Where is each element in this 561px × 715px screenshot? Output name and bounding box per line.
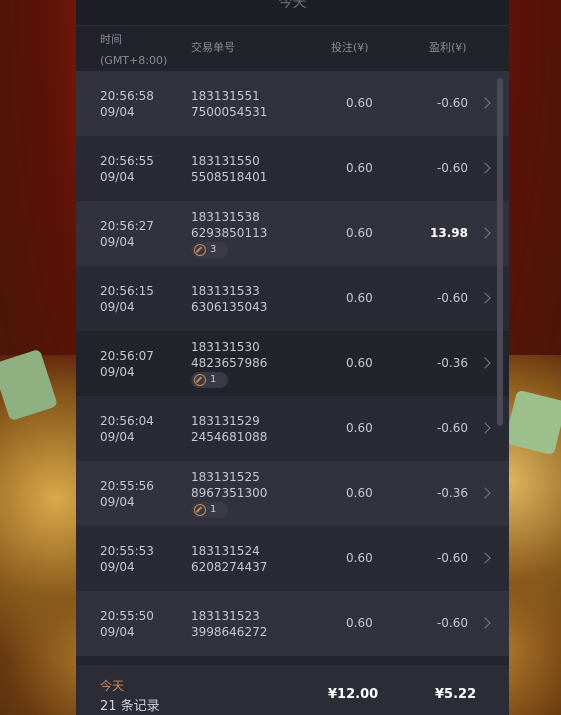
chevron-right-icon[interactable] [479, 227, 491, 239]
free-spin-badge: 1 [191, 372, 228, 388]
row-transaction-id: 183131551 7500054531 [191, 89, 268, 119]
badge-count: 3 [210, 244, 217, 255]
header-bet: 投注(¥) [331, 41, 369, 54]
row-time: 20:56:04 09/04 [100, 414, 154, 444]
row-bet: 0.60 [346, 616, 373, 630]
row-transaction-id: 183131524 6208274437 [191, 544, 268, 574]
footer-period-label: 今天 [100, 679, 125, 693]
row-bet: 0.60 [346, 421, 373, 435]
table-row[interactable]: 20:56:04 09/04 183131529 2454681088 0.60 -0.6… [76, 396, 509, 461]
summary-footer: 今天 21 条记录 ¥12.00 ¥5.22 [76, 665, 509, 715]
chevron-right-icon[interactable] [479, 162, 491, 174]
row-time: 20:56:15 09/04 [100, 284, 154, 314]
free-spin-badge: 3 [191, 242, 228, 258]
free-spin-badge: 1 [191, 502, 228, 518]
free-spin-icon [194, 374, 206, 386]
header-transaction-id: 交易单号 [191, 41, 235, 54]
row-profit: -0.36 [436, 486, 468, 500]
row-bet: 0.60 [346, 161, 373, 175]
table-row[interactable]: 20:55:50 09/04 183131523 3998646272 0.60 -0.6… [76, 591, 509, 656]
table-row[interactable]: 20:56:58 09/04 183131551 7500054531 0.60 -0.6… [76, 71, 509, 136]
history-panel: 今天 时间 (GMT+8:00) 交易单号 投注(¥) 盈利(¥) 20:56:… [76, 0, 509, 715]
chevron-right-icon[interactable] [479, 552, 491, 564]
chevron-right-icon[interactable] [479, 97, 491, 109]
row-transaction-id: 183131523 3998646272 [191, 609, 268, 639]
row-bet: 0.60 [346, 356, 373, 370]
row-bet: 0.60 [346, 486, 373, 500]
row-profit: -0.60 [436, 616, 468, 630]
row-profit: -0.60 [436, 421, 468, 435]
row-time: 20:56:07 09/04 [100, 349, 154, 379]
header-time: 时间 (GMT+8:00) [100, 33, 168, 67]
row-bet: 0.60 [346, 551, 373, 565]
row-profit: -0.60 [436, 551, 468, 565]
row-time: 20:55:50 09/04 [100, 609, 154, 639]
row-bet: 0.60 [346, 96, 373, 110]
table-row[interactable]: 20:56:55 09/04 183131550 5508518401 0.60 -0.6… [76, 136, 509, 201]
header-profit: 盈利(¥) [429, 41, 467, 54]
table-row[interactable]: 20:56:07 09/04 183131530 4823657986 1 0.60 -0.… [76, 331, 509, 396]
row-transaction-id: 183131538 6293850113 [191, 210, 268, 240]
table-row[interactable]: 20:56:27 09/04 183131538 6293850113 3 0.60 13.… [76, 201, 509, 266]
row-time: 20:55:53 09/04 [100, 544, 154, 574]
scrollbar[interactable] [497, 78, 503, 426]
table-header: 时间 (GMT+8:00) 交易单号 投注(¥) 盈利(¥) [76, 27, 509, 71]
chevron-right-icon[interactable] [479, 357, 491, 369]
total-profit: ¥5.22 [435, 687, 477, 702]
row-profit: -0.60 [436, 291, 468, 305]
row-time: 20:55:56 09/04 [100, 479, 154, 509]
badge-count: 1 [210, 374, 217, 385]
row-transaction-id: 183131533 6306135043 [191, 284, 268, 314]
row-time: 20:56:58 09/04 [100, 89, 154, 119]
row-transaction-id: 183131525 8967351300 [191, 470, 268, 500]
chevron-right-icon[interactable] [479, 292, 491, 304]
total-bet: ¥12.00 [328, 687, 379, 702]
row-transaction-id: 183131550 5508518401 [191, 154, 268, 184]
row-time: 20:56:27 09/04 [100, 219, 154, 249]
row-profit: -0.36 [436, 356, 468, 370]
row-profit: 13.98 [430, 226, 468, 240]
table-row[interactable]: 20:55:56 09/04 183131525 8967351300 1 0.60 -0.… [76, 461, 509, 526]
row-transaction-id: 183131529 2454681088 [191, 414, 268, 444]
row-time: 20:56:55 09/04 [100, 154, 154, 184]
row-profit: -0.60 [436, 96, 468, 110]
row-transaction-id: 183131530 4823657986 [191, 340, 268, 370]
row-profit: -0.60 [436, 161, 468, 175]
panel-title: 今天 [76, 0, 509, 26]
chevron-right-icon[interactable] [479, 617, 491, 629]
record-count: 21 条记录 [100, 699, 160, 714]
table-row[interactable]: 20:56:15 09/04 183131533 6306135043 0.60 -0.6… [76, 266, 509, 331]
chevron-right-icon[interactable] [479, 487, 491, 499]
row-bet: 0.60 [346, 291, 373, 305]
free-spin-icon [194, 504, 206, 516]
chevron-right-icon[interactable] [479, 422, 491, 434]
row-bet: 0.60 [346, 226, 373, 240]
badge-count: 1 [210, 504, 217, 515]
free-spin-icon [194, 244, 206, 256]
table-row[interactable]: 20:55:53 09/04 183131524 6208274437 0.60 -0.6… [76, 526, 509, 591]
